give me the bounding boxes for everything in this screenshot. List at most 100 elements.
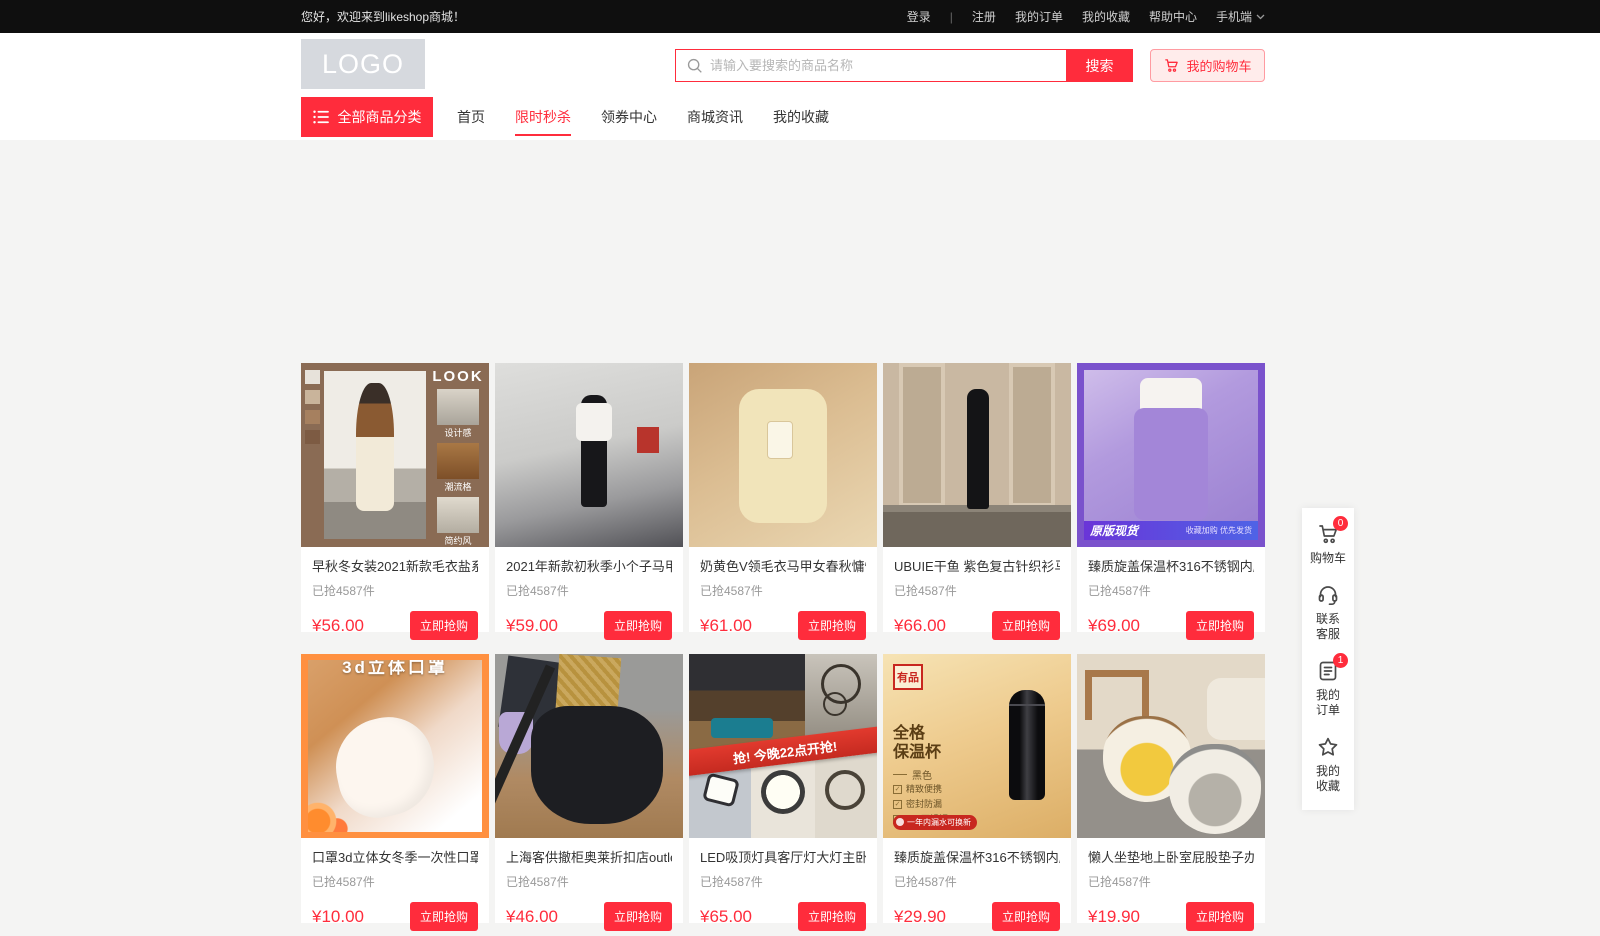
buy-now-button[interactable]: 立即抢购 xyxy=(410,611,478,640)
sidebar-my-orders[interactable]: 1 我的订单 xyxy=(1316,659,1340,718)
divider: | xyxy=(950,10,953,24)
topbar-links: 登录 | 注册 我的订单 我的收藏 帮助中心 手机端 xyxy=(907,8,1265,25)
sold-count: 已抢4587件 xyxy=(894,873,1060,890)
product-card[interactable]: 有品 全格 保温杯 黑色 精致便携 密封防漏 316不锈钢 一年内漏水可换新 臻… xyxy=(883,654,1071,923)
price: ¥61.00 xyxy=(700,616,752,636)
price: ¥59.00 xyxy=(506,616,558,636)
sold-count: 已抢4587件 xyxy=(700,873,866,890)
product-title[interactable]: 懒人坐垫地上卧室屁股垫子办... xyxy=(1088,847,1254,866)
price: ¥46.00 xyxy=(506,907,558,927)
image-banner: 原版现货 收藏加购 优先发货 xyxy=(1084,521,1258,540)
product-card[interactable]: 上海客供撤柜奥莱折扣店outlets 已抢4587件 ¥46.00 立即抢购 xyxy=(495,654,683,923)
price: ¥56.00 xyxy=(312,616,364,636)
nav-home[interactable]: 首页 xyxy=(457,97,485,137)
product-title[interactable]: UBUIE干鱼 紫色复古针织衫马... xyxy=(894,556,1060,575)
product-card[interactable]: 3d立体口罩 口罩3d立体女冬季一次性口罩 已抢4587件 ¥10.00 立即抢… xyxy=(301,654,489,923)
price: ¥10.00 xyxy=(312,907,364,927)
sold-count: 已抢4587件 xyxy=(312,873,478,890)
page: 您好，欢迎来到likeshop商城！ 登录 | 注册 我的订单 我的收藏 帮助中… xyxy=(0,0,1600,936)
product-title[interactable]: 早秋冬女装2021新款毛衣盐系... xyxy=(312,556,478,575)
nav-coupon-center[interactable]: 领券中心 xyxy=(601,97,657,137)
product-image[interactable]: LOOK 设计感 潮流格 简约风 xyxy=(301,363,489,547)
buy-now-button[interactable]: 立即抢购 xyxy=(992,902,1060,931)
sidebar-cart[interactable]: 0 购物车 xyxy=(1310,522,1346,566)
star-icon xyxy=(1316,735,1340,759)
search-bar: 搜索 xyxy=(675,49,1133,82)
search-button[interactable]: 搜索 xyxy=(1066,49,1133,82)
product-image[interactable] xyxy=(883,363,1071,547)
product-title[interactable]: 臻质旋盖保温杯316不锈钢内胆... xyxy=(894,847,1060,866)
price: ¥29.90 xyxy=(894,907,946,927)
price: ¥69.00 xyxy=(1088,616,1140,636)
buy-now-button[interactable]: 立即抢购 xyxy=(1186,611,1254,640)
my-cart-button[interactable]: 我的购物车 xyxy=(1150,49,1265,82)
cart-badge: 0 xyxy=(1333,516,1348,531)
product-image[interactable]: 有品 全格 保温杯 黑色 精致便携 密封防漏 316不锈钢 一年内漏水可换新 xyxy=(883,654,1071,838)
brand-logo: 有品 xyxy=(893,664,923,690)
register-link[interactable]: 注册 xyxy=(972,8,996,25)
buy-now-button[interactable]: 立即抢购 xyxy=(604,611,672,640)
product-title[interactable]: 口罩3d立体女冬季一次性口罩 xyxy=(312,847,478,866)
search-icon xyxy=(686,57,703,74)
cart-icon xyxy=(1163,57,1180,74)
sold-count: 已抢4587件 xyxy=(894,582,1060,599)
product-card[interactable]: 原版现货 收藏加购 优先发货 臻质旋盖保温杯316不锈钢内胆... 已抢4587… xyxy=(1077,363,1265,632)
logo[interactable]: LOGO xyxy=(301,39,425,89)
sold-count: 已抢4587件 xyxy=(506,582,672,599)
sold-count: 已抢4587件 xyxy=(1088,582,1254,599)
sidebar-customer-service[interactable]: 联系客服 xyxy=(1316,583,1340,642)
sold-count: 已抢4587件 xyxy=(312,582,478,599)
price: ¥65.00 xyxy=(700,907,752,927)
main-nav: 全部商品分类 首页 限时秒杀 领券中心 商城资讯 我的收藏 xyxy=(301,97,829,137)
product-card[interactable]: LOOK 设计感 潮流格 简约风 早秋冬女装2021新款毛衣盐系... 已抢45… xyxy=(301,363,489,632)
search-input[interactable] xyxy=(675,49,1066,82)
buy-now-button[interactable]: 立即抢购 xyxy=(798,611,866,640)
product-card[interactable]: 2021年新款初秋季小个子马甲... 已抢4587件 ¥59.00 立即抢购 xyxy=(495,363,683,632)
product-image[interactable]: 3d立体口罩 xyxy=(301,654,489,838)
sold-count: 已抢4587件 xyxy=(700,582,866,599)
product-image[interactable]: 抢! 今晚22点开抢! xyxy=(689,654,877,838)
header: LOGO 搜索 我的购物车 全部商品分类 首页 限时秒杀 领券中心 商城资讯 我… xyxy=(0,33,1600,140)
headset-icon xyxy=(1316,583,1340,607)
product-image[interactable] xyxy=(1077,654,1265,838)
mobile-link[interactable]: 手机端 xyxy=(1216,8,1265,25)
product-grid: LOOK 设计感 潮流格 简约风 早秋冬女装2021新款毛衣盐系... 已抢45… xyxy=(301,363,1265,923)
product-title[interactable]: 奶黄色V领毛衣马甲女春秋慵懒... xyxy=(700,556,866,575)
category-list-icon xyxy=(313,110,329,124)
all-categories-button[interactable]: 全部商品分类 xyxy=(301,97,433,137)
topbar: 您好，欢迎来到likeshop商城！ 登录 | 注册 我的订单 我的收藏 帮助中… xyxy=(0,0,1600,33)
help-center-link[interactable]: 帮助中心 xyxy=(1149,8,1197,25)
product-title[interactable]: 臻质旋盖保温杯316不锈钢内胆... xyxy=(1088,556,1254,575)
my-favorites-link[interactable]: 我的收藏 xyxy=(1082,8,1130,25)
product-card[interactable]: 抢! 今晚22点开抢! LED吸顶灯具客厅灯大灯主卧... 已抢4587件 ¥6… xyxy=(689,654,877,923)
product-card[interactable]: 奶黄色V领毛衣马甲女春秋慵懒... 已抢4587件 ¥61.00 立即抢购 xyxy=(689,363,877,632)
product-title[interactable]: 2021年新款初秋季小个子马甲... xyxy=(506,556,672,575)
buy-now-button[interactable]: 立即抢购 xyxy=(410,902,478,931)
sidebar-my-favorites[interactable]: 我的收藏 xyxy=(1316,735,1340,794)
product-image[interactable]: 原版现货 收藏加购 优先发货 xyxy=(1077,363,1265,547)
product-title[interactable]: LED吸顶灯具客厅灯大灯主卧... xyxy=(700,847,866,866)
product-image[interactable] xyxy=(495,363,683,547)
nav-mall-news[interactable]: 商城资讯 xyxy=(687,97,743,137)
buy-now-button[interactable]: 立即抢购 xyxy=(1186,902,1254,931)
price: ¥19.90 xyxy=(1088,907,1140,927)
chevron-down-icon xyxy=(1256,14,1265,20)
product-image[interactable] xyxy=(495,654,683,838)
product-image[interactable] xyxy=(689,363,877,547)
product-title[interactable]: 上海客供撤柜奥莱折扣店outlets xyxy=(506,847,672,866)
buy-now-button[interactable]: 立即抢购 xyxy=(604,902,672,931)
price: ¥66.00 xyxy=(894,616,946,636)
product-card[interactable]: 懒人坐垫地上卧室屁股垫子办... 已抢4587件 ¥19.90 立即抢购 xyxy=(1077,654,1265,923)
sold-count: 已抢4587件 xyxy=(1088,873,1254,890)
login-link[interactable]: 登录 xyxy=(907,8,931,25)
nav-my-favorites[interactable]: 我的收藏 xyxy=(773,97,829,137)
product-card[interactable]: UBUIE干鱼 紫色复古针织衫马... 已抢4587件 ¥66.00 立即抢购 xyxy=(883,363,1071,632)
sold-count: 已抢4587件 xyxy=(506,873,672,890)
orders-badge: 1 xyxy=(1333,653,1348,668)
floating-sidebar: 0 购物车 联系客服 1 我的订单 我的收藏 xyxy=(1302,508,1354,810)
look-label: LOOK xyxy=(429,368,487,385)
nav-flash-sale[interactable]: 限时秒杀 xyxy=(515,97,571,137)
buy-now-button[interactable]: 立即抢购 xyxy=(798,902,866,931)
buy-now-button[interactable]: 立即抢购 xyxy=(992,611,1060,640)
my-orders-link[interactable]: 我的订单 xyxy=(1015,8,1063,25)
